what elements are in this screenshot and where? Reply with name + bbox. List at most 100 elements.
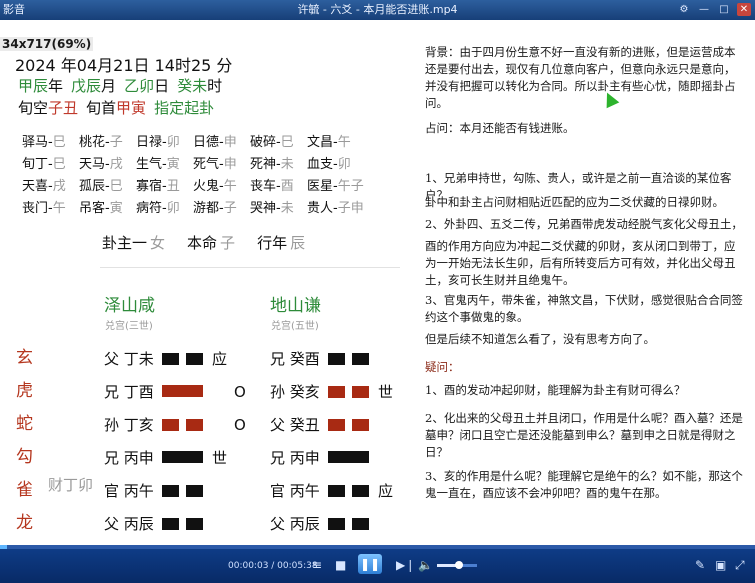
shensha-cell: 桃花-子 — [79, 134, 123, 150]
shensha-cell: 破碎-巳 — [250, 134, 294, 150]
yao-bar-segment — [328, 484, 345, 497]
liushen-item: 龙 — [16, 513, 33, 533]
shensha-cell: 丧车-酉 — [250, 178, 294, 194]
player-controls: 00:00:03 / 00:05:38 ≡ ■ ❚❚ ▶❘ 🔈 ✎ ▣ ⤢ — [0, 545, 755, 583]
close-button[interactable]: ✕ — [737, 3, 751, 16]
yao-bar-segment — [352, 484, 369, 497]
guazhu-gender: 卦主一女 — [102, 234, 166, 252]
yao-line: 孙 癸亥 世 — [270, 375, 393, 408]
day-pillar: 乙卯日 — [124, 77, 170, 95]
guazhu-xingnian: 行年辰 — [257, 234, 306, 252]
month-pillar: 戊辰月 — [71, 77, 117, 95]
liushen-item: 蛇 — [16, 414, 33, 434]
yao-label: 官 丙午 — [104, 482, 154, 500]
xunkong: 旬空子丑 — [18, 99, 79, 117]
yao-line: 兄 丙申 — [270, 441, 369, 474]
yao-line: 孙 丁亥 O — [104, 408, 246, 441]
shensha-cell: 医星-午子 — [307, 178, 364, 194]
yang-bar — [328, 449, 369, 467]
window-title: 许毓 - 六爻 - 本月能否进账.mp4 — [297, 3, 458, 16]
screenshot-icon[interactable]: ▣ — [715, 558, 726, 572]
yao-bar-segment — [328, 352, 345, 365]
shensha-cell: 旬丁-巳 — [22, 156, 66, 172]
shensha-row: 天喜-戌 孤辰-巳 寡宿-丑 火鬼-午 丧车-酉 医星-午子 — [22, 173, 364, 195]
shensha-cell: 丧门-午 — [22, 200, 66, 216]
progress-fill — [0, 545, 7, 549]
minimize-button[interactable]: — — [697, 3, 711, 16]
fullscreen-icon[interactable]: ⤢ — [735, 558, 745, 573]
yin-bar — [328, 484, 369, 497]
yao-label: 兄 丙申 — [270, 449, 320, 467]
yin-bar — [162, 418, 203, 431]
yao-label: 官 丙午 — [270, 482, 320, 500]
shensha-row: 旬丁-巳 天马-戌 生气-寅 死气-申 死神-未 血支-卯 — [22, 151, 364, 173]
yao-bar-segment — [186, 517, 203, 530]
playlist-icon[interactable]: ≡ — [312, 558, 322, 572]
yin-bar — [328, 418, 369, 431]
fushen-label: 财丁卯 — [48, 476, 94, 494]
tools-icon[interactable]: ✎ — [695, 558, 705, 572]
yao-line: 官 丙午 应 — [270, 474, 393, 507]
yang-bar — [162, 383, 203, 401]
liushen-column: 玄 虎 蛇 勾 雀 龙 — [16, 342, 33, 540]
resolution-overlay: 34x717(69%) — [0, 37, 94, 51]
liushen-item: 玄 — [16, 348, 33, 368]
yao-bar-segment — [186, 484, 203, 497]
yao-line: 兄 丙申 世 — [104, 441, 227, 474]
divider — [100, 267, 400, 268]
next-button[interactable]: ▶❘ — [396, 558, 415, 572]
pause-button[interactable]: ❚❚ — [358, 554, 382, 574]
changed-gua-palace: 兑宫(五世) — [271, 321, 319, 332]
shensha-cell: 天喜-戌 — [22, 178, 66, 194]
shensha-cell: 游都-子 — [193, 200, 237, 216]
time-display: 00:00:03 / 00:05:38 — [228, 561, 318, 571]
yao-line: 父 丙辰 — [104, 507, 203, 540]
analysis-1b: 卦中和卦主占问财相贴近匹配的应为二爻伏藏的日禄卯财。 — [425, 195, 724, 209]
yao-line: 父 丙辰 — [270, 507, 369, 540]
shensha-cell: 死神-未 — [250, 156, 294, 172]
shensha-cell: 驿马-巳 — [22, 134, 66, 150]
volume-slider[interactable] — [437, 561, 477, 569]
stop-button[interactable]: ■ — [335, 558, 346, 572]
shensha-cell: 生气-寅 — [136, 156, 180, 172]
liushen-item: 雀 — [16, 480, 33, 500]
shensha-row: 丧门-午 吊客-寅 病符-卯 游都-子 哭神-未 贵人-子申 — [22, 195, 364, 217]
window-controls: ⚙ — □ ✕ — [677, 3, 751, 16]
settings-icon[interactable]: ⚙ — [677, 3, 691, 16]
maximize-button[interactable]: □ — [717, 3, 731, 16]
yao-label: 孙 癸亥 — [270, 383, 320, 401]
yao-bar-segment — [186, 352, 203, 365]
question-text: 占问：本月还能否有钱进账。 — [425, 121, 575, 135]
volume-knob[interactable] — [455, 561, 463, 569]
yao-label: 父 癸丑 — [270, 416, 320, 434]
yin-bar — [328, 352, 369, 365]
yao-label: 父 丁未 — [104, 350, 154, 368]
yao-bar-segment — [328, 450, 369, 463]
yin-bar — [162, 484, 203, 497]
yin-bar — [162, 517, 203, 530]
yin-bar — [328, 517, 369, 530]
yao-label: 兄 丁酉 — [104, 383, 154, 401]
specify-gua-link[interactable]: 指定起卦 — [154, 97, 214, 118]
volume-icon[interactable]: 🔈 — [418, 558, 433, 572]
shensha-row: 驿马-巳 桃花-子 日禄-卯 日德-申 破碎-巳 文昌-午 — [22, 129, 364, 151]
main-gua-palace: 兑宫(三世) — [105, 321, 153, 332]
doubt-3: 3、亥的作用是什么呢？能理解它是绝午的么？如不能，那这个鬼一直在，酉应该不会冲卯… — [425, 469, 743, 500]
yin-bar — [162, 352, 203, 365]
divination-datetime: 2024 年04月21日 14时25 分 — [15, 56, 233, 75]
yao-bar-segment — [352, 352, 369, 365]
shi-ying-mark: 应 — [378, 482, 394, 500]
main-gua-lines: 父 丁未 应兄 丁酉 O 孙 丁亥 O 兄 丙申 世官 丙午父 丙辰 — [104, 342, 246, 540]
yao-label: 父 丙辰 — [104, 515, 154, 533]
doubt-title: 疑问： — [425, 360, 460, 374]
doubt-2: 2、化出来的父母丑土并且闭口，作用是什么呢？酉入墓？还是墓申？闭口且空亡是还没能… — [425, 411, 743, 459]
yao-bar-segment — [162, 517, 179, 530]
shensha-cell: 天马-戌 — [79, 156, 123, 172]
background-text: 背景：由于四月份生意不好一直没有新的进账，但是运营成本还是要付出去，现仅有几位意… — [425, 45, 736, 110]
shi-ying-mark: 世 — [378, 383, 394, 401]
shensha-cell: 血支-卯 — [307, 156, 351, 172]
progress-bar[interactable] — [0, 545, 755, 549]
shensha-cell: 寡宿-丑 — [136, 178, 180, 194]
liushen-item: 虎 — [16, 381, 33, 401]
analysis-3b: 但是后续不知道怎么看了，没有思考方向了。 — [425, 332, 655, 346]
